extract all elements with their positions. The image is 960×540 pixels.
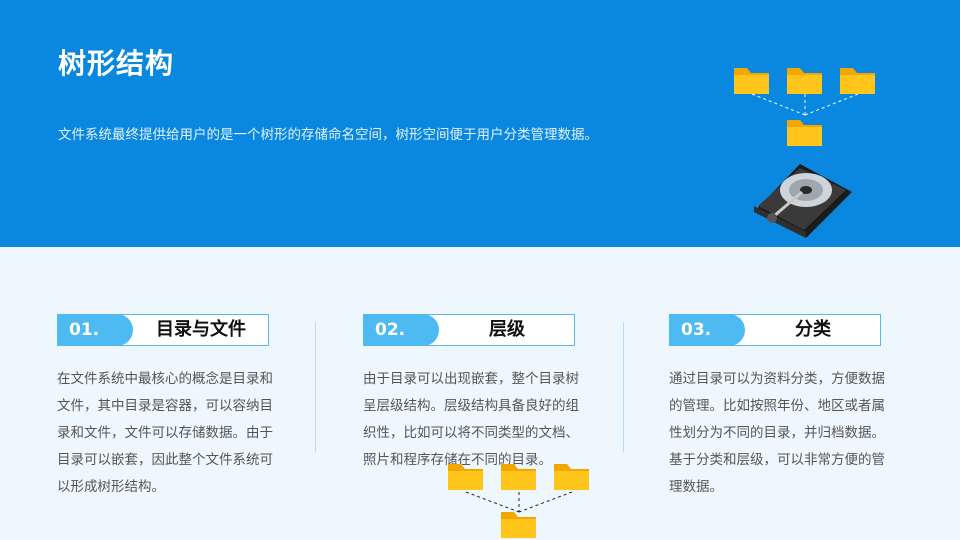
section-header: 03. 分类 [669,314,881,346]
section-title: 层级 [489,319,525,340]
intro-text: 文件系统最终提供给用户的是一个树形的存储命名空间，树形空间便于用户分类管理数据。 [58,127,598,143]
hard-disk-icon [754,164,852,238]
section-classification: 03. 分类 通过目录可以为资料分类，方便数据的管理。比如按照年份、地区或者属性… [669,314,919,501]
folder-tree-icon [448,464,589,538]
section-number: 01. [57,314,133,346]
section-header: 02. 层级 [363,314,575,346]
column-divider [623,322,624,452]
section-body: 在文件系统中最核心的概念是目录和文件，其中目录是容器，可以容纳目录和文件，文件可… [57,371,273,495]
section-hierarchy: 02. 层级 由于目录可以出现嵌套，整个目录树呈层级结构。层级结构具备良好的组织… [363,314,613,474]
page-title: 树形结构 [58,47,175,80]
section-number: 03. [669,314,745,346]
header-banner: 树形结构 文件系统最终提供给用户的是一个树形的存储命名空间，树形空间便于用户分类… [0,0,960,247]
section-directories-files: 01. 目录与文件 在文件系统中最核心的概念是目录和文件，其中目录是容器，可以容… [57,314,307,501]
section-title: 分类 [795,319,831,340]
section-title: 目录与文件 [156,319,246,340]
section-body: 由于目录可以出现嵌套，整个目录树呈层级结构。层级结构具备良好的组织性，比如可以将… [363,371,579,468]
section-body: 通过目录可以为资料分类，方便数据的管理。比如按照年份、地区或者属性划分为不同的目… [669,371,885,495]
column-divider [315,322,316,452]
section-number: 02. [363,314,439,346]
section-header: 01. 目录与文件 [57,314,269,346]
folder-tree-icon [734,68,875,146]
